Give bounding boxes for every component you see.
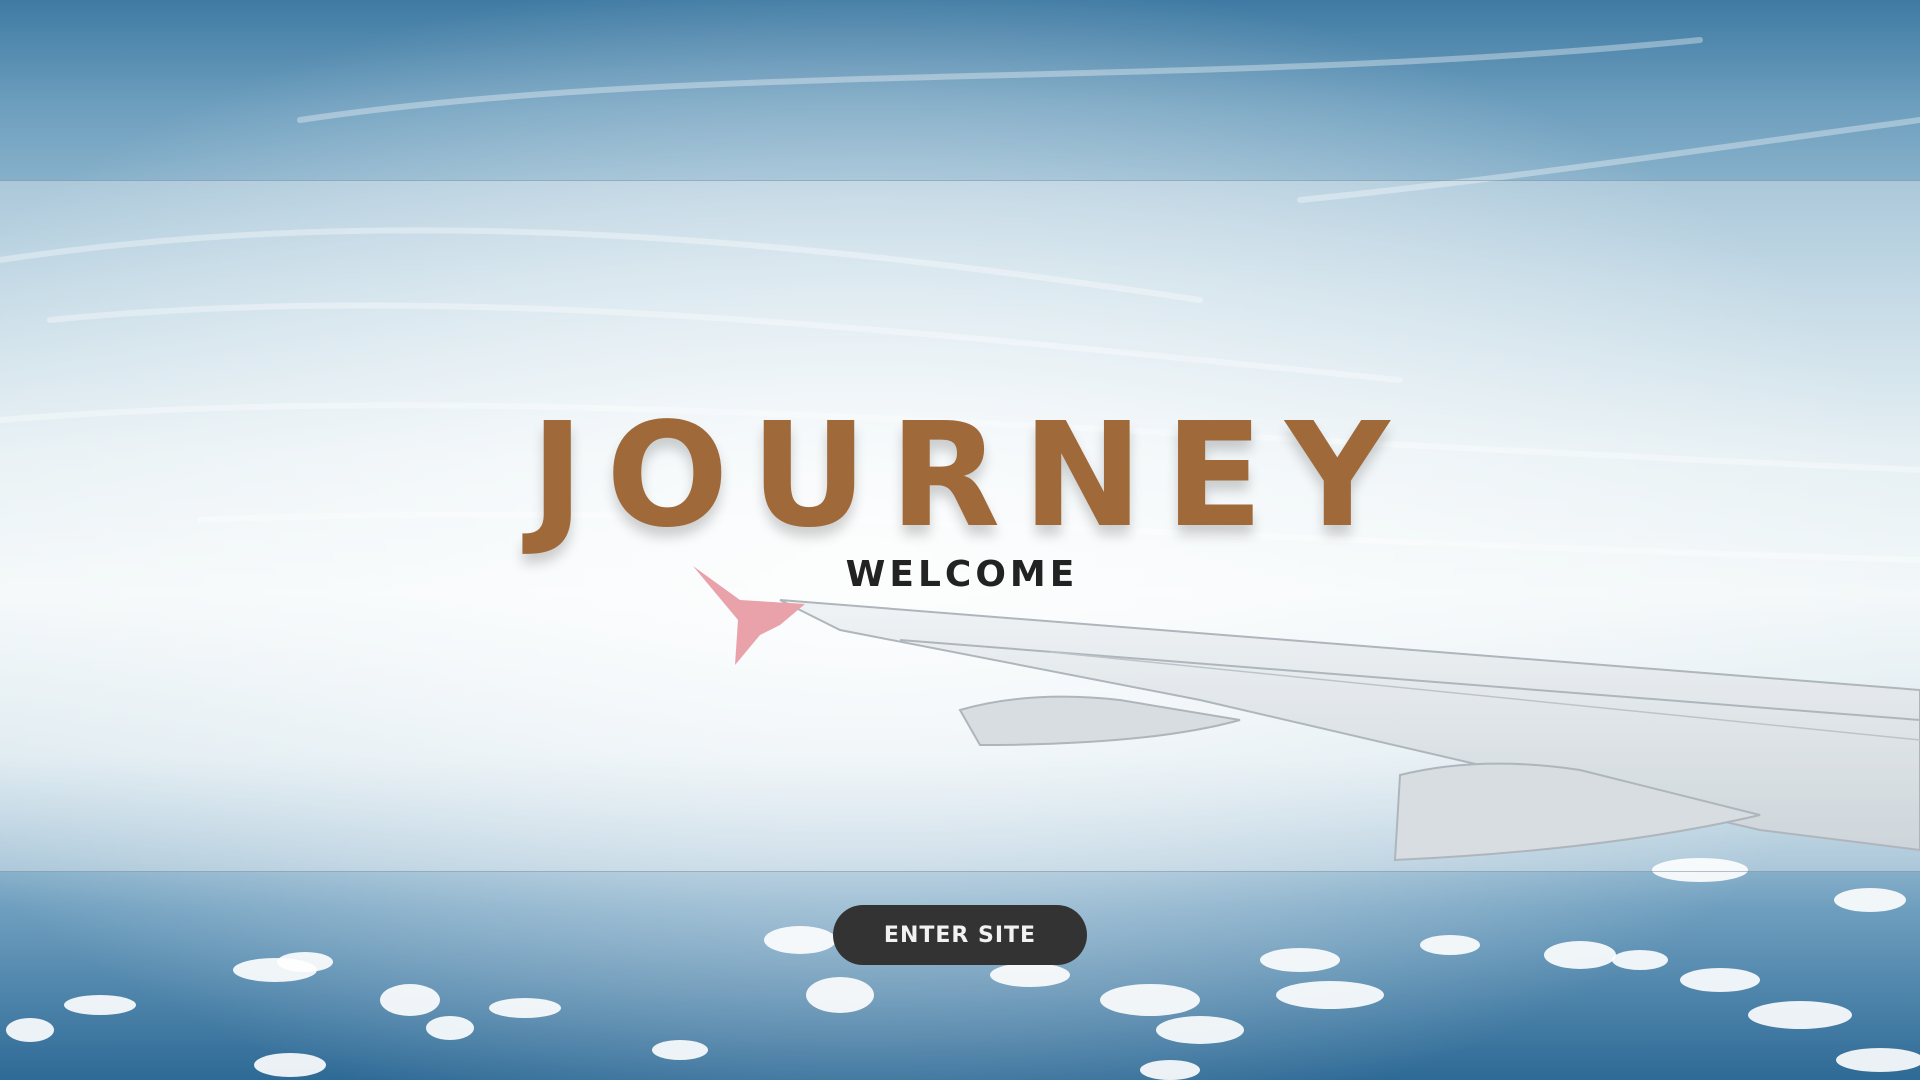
site-subtitle: WELCOME bbox=[845, 554, 1079, 595]
site-title: JOURNEY bbox=[530, 391, 1412, 559]
hero: JOURNEY WELCOME bbox=[0, 400, 1920, 596]
enter-site-button[interactable]: ENTER SITE bbox=[833, 905, 1087, 965]
